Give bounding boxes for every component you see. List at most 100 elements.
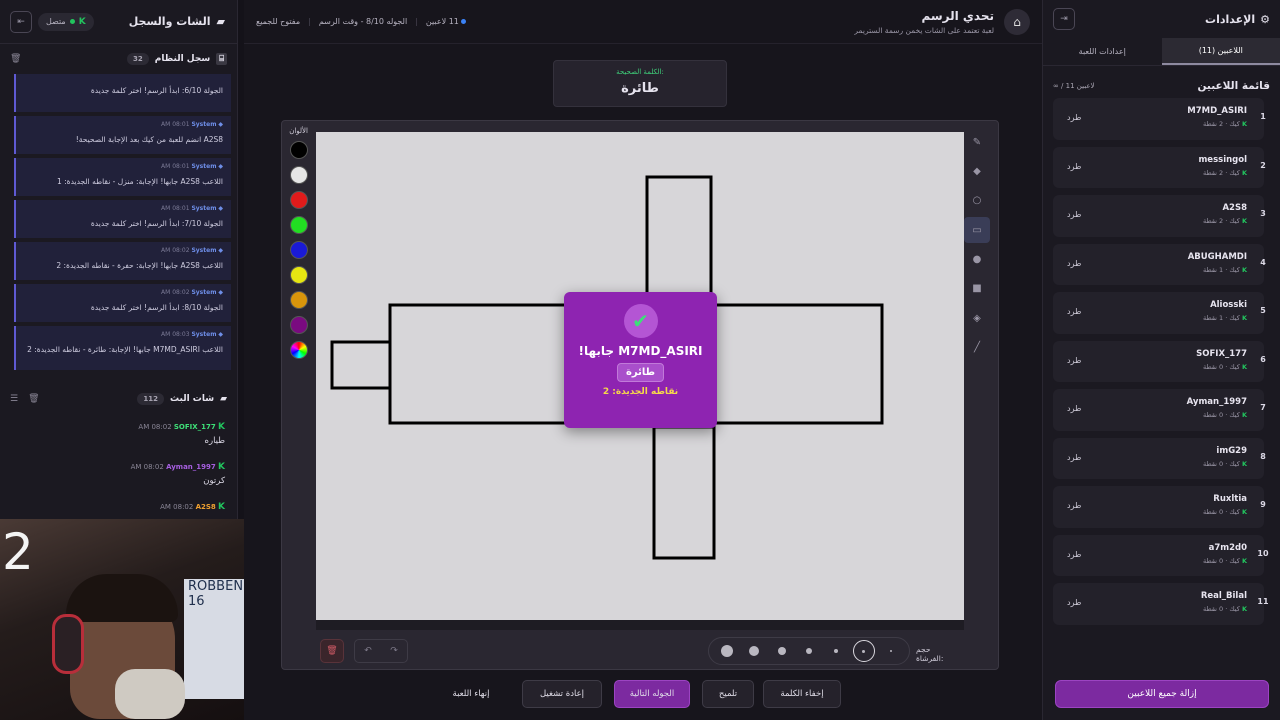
brush-size-7[interactable] <box>716 640 738 662</box>
system-log-text: الجولة 6/10: ابدأ الرسم! اختر كلمة جديدة <box>90 86 223 95</box>
system-log-meta: AM 08:01 System ◆ <box>24 121 223 128</box>
redo-icon[interactable]: ↷ <box>390 646 398 656</box>
tab-players[interactable]: اللاعبين (11) <box>1161 38 1280 65</box>
brush-size-1[interactable] <box>880 640 902 662</box>
system-log-text: اللاعب A2S8 جابها! الإجابة: حفرة - نقاطه… <box>56 261 223 270</box>
popup-word: طائرة <box>616 363 665 382</box>
kick-player-button[interactable]: طرد <box>1067 356 1081 365</box>
shield-icon: ◆ <box>218 205 223 212</box>
chat-message: AM 08:02 A2S8 K <box>0 498 237 520</box>
kick-player-button[interactable]: طرد <box>1067 598 1081 607</box>
kick-player-button[interactable]: طرد <box>1067 259 1081 268</box>
player-sub: K كيك · 1 نقطة <box>1203 265 1247 274</box>
next-round-button[interactable]: الجوله التالية <box>614 680 690 708</box>
brush-size-2[interactable] <box>852 640 875 662</box>
log-time: AM 08:01 <box>161 205 190 212</box>
game-status: 11 لاعبين | الجوله 8/10 - وقت الرسم | مف… <box>256 17 467 26</box>
player-platform: كيك <box>1229 120 1240 128</box>
brush-size-5[interactable] <box>771 640 793 662</box>
home-button[interactable]: ⌂ <box>1004 8 1030 35</box>
player-list: 1 M7MD_ASIRI K كيك · 2 نقطة طرد 2 messingol K … <box>1043 98 1280 625</box>
kick-player-button[interactable]: طرد <box>1067 501 1081 510</box>
color-swatch[interactable] <box>290 216 308 234</box>
home-icon: ⌂ <box>1013 14 1021 29</box>
kick-player-button[interactable]: طرد <box>1067 453 1081 462</box>
hint-button[interactable]: تلميح <box>702 680 754 708</box>
undo-icon[interactable]: ↶ <box>364 646 372 656</box>
brush-size-label: حجم الفرشاة: <box>916 645 944 663</box>
kick-player-button[interactable]: طرد <box>1067 307 1081 316</box>
system-log-item: AM 08:03 System ◆ اللاعب M7MD_ASIRI جابها… <box>14 326 231 370</box>
player-card: 7 Ayman_1997 K كيك · 0 نقطة طرد <box>1053 389 1266 431</box>
kick-player-button[interactable]: طرد <box>1067 113 1081 122</box>
remove-all-players-button[interactable]: إزالة جميع اللاعبين <box>1055 680 1269 708</box>
circle-tool-icon[interactable]: ○ <box>964 188 990 214</box>
cam-microphone <box>115 669 185 719</box>
cam-headset <box>52 614 84 674</box>
player-card: 5 Aliosski K كيك · 1 نقطة طرد <box>1053 292 1266 334</box>
drawing-shape-top-wing <box>645 175 713 297</box>
kick-logo-icon: K <box>1241 605 1247 613</box>
color-swatch[interactable] <box>290 241 308 259</box>
player-name: messingol <box>1198 154 1247 165</box>
player-list-header: ∞ / 11 لاعبين قائمة اللاعبين <box>1043 66 1280 98</box>
clear-canvas-button[interactable]: 🗑 <box>320 639 344 663</box>
color-swatch[interactable] <box>290 316 308 334</box>
brush-size-4[interactable] <box>798 640 820 662</box>
log-time: AM 08:01 <box>161 163 190 170</box>
color-swatch[interactable] <box>290 266 308 284</box>
player-points: 2 نقطة <box>1203 120 1224 128</box>
collapse-right-icon[interactable]: ⇥ <box>1053 8 1075 30</box>
color-swatch[interactable] <box>290 191 308 209</box>
system-log-list[interactable]: الجولة 6/10: ابدأ الرسم! اختر كلمة جديدة… <box>0 74 237 370</box>
log-time: AM 08:02 <box>161 247 190 254</box>
fill-bucket-tool-icon[interactable]: ◈ <box>964 305 990 331</box>
rectangle-tool-icon[interactable]: ▭ <box>964 217 990 244</box>
custom-color-picker[interactable] <box>290 341 308 359</box>
log-author: System <box>191 289 217 296</box>
stream-chat-title: شات البث <box>170 394 215 404</box>
brush-size-6[interactable] <box>743 640 765 662</box>
line-tool-icon[interactable]: ╱ <box>964 335 990 361</box>
canvas-scrollbar[interactable] <box>316 620 964 630</box>
correct-word-label: الكلمة الصحيحة: <box>616 68 664 76</box>
end-game-button[interactable]: إنهاء اللعبة <box>441 680 501 708</box>
player-points: 0 نقطة <box>1203 459 1224 468</box>
collapse-left-icon[interactable]: ⇤ <box>10 10 32 33</box>
shield-icon: ◆ <box>218 289 223 296</box>
kick-player-button[interactable]: طرد <box>1067 404 1081 413</box>
player-points: 2 نقطة <box>1203 168 1224 177</box>
player-name: Ayman_1997 <box>1186 397 1247 407</box>
chat-panel-title: الشات والسجل ▰ <box>129 15 225 28</box>
clear-log-trash-icon[interactable]: 🗑 <box>10 54 21 64</box>
color-swatch[interactable] <box>290 141 308 159</box>
system-log-header: 🗑 32 سجل النظام ⌸ <box>0 44 237 74</box>
kick-player-button[interactable]: طرد <box>1067 162 1081 171</box>
eraser-tool-icon[interactable]: ◆ <box>964 158 990 184</box>
kick-player-button[interactable]: طرد <box>1067 210 1081 219</box>
stream-chat-list[interactable]: AM 08:02 SOFIX_177 K طياره AM 08:02 Ayman_… <box>0 418 237 528</box>
kick-logo-icon: K <box>1241 265 1247 274</box>
tab-game-settings[interactable]: إعدادات اللعبة <box>1043 38 1162 65</box>
filled-circle-tool-icon[interactable]: ● <box>964 247 990 273</box>
chat-username[interactable]: A2S8 <box>196 503 216 511</box>
brush-size-3[interactable] <box>825 640 847 662</box>
settings-header: ⇥ الإعدادات ⚙ <box>1043 0 1280 38</box>
color-swatch[interactable] <box>290 291 308 309</box>
pen-tool-icon[interactable]: ✎ <box>964 129 990 155</box>
chat-username[interactable]: SOFIX_177 <box>174 423 216 431</box>
chat-username[interactable]: Ayman_1997 <box>166 463 216 471</box>
player-card: 4 ABUGHAMDI K كيك · 1 نقطة طرد <box>1053 243 1266 285</box>
filled-rectangle-tool-icon[interactable]: ■ <box>964 276 990 302</box>
clear-chat-trash-icon[interactable]: 🗑 <box>28 394 39 404</box>
hide-word-button[interactable]: إخفاء الكلمة <box>763 680 841 708</box>
players-count: 11 لاعبين <box>426 17 467 26</box>
kick-player-button[interactable]: طرد <box>1067 550 1081 559</box>
restart-button[interactable]: إعادة تشغيل <box>522 680 602 708</box>
shield-icon: ◆ <box>218 121 223 128</box>
shield-icon: ◆ <box>218 331 223 338</box>
board-bottom-bar: 🗑 ↶ ↷ حجم الفرشاة: <box>320 637 960 665</box>
color-swatch[interactable] <box>290 166 308 184</box>
player-card: 8 imG29 K كيك · 0 نقطة طرد <box>1053 437 1266 479</box>
sort-icon[interactable]: ☰ <box>10 394 18 404</box>
